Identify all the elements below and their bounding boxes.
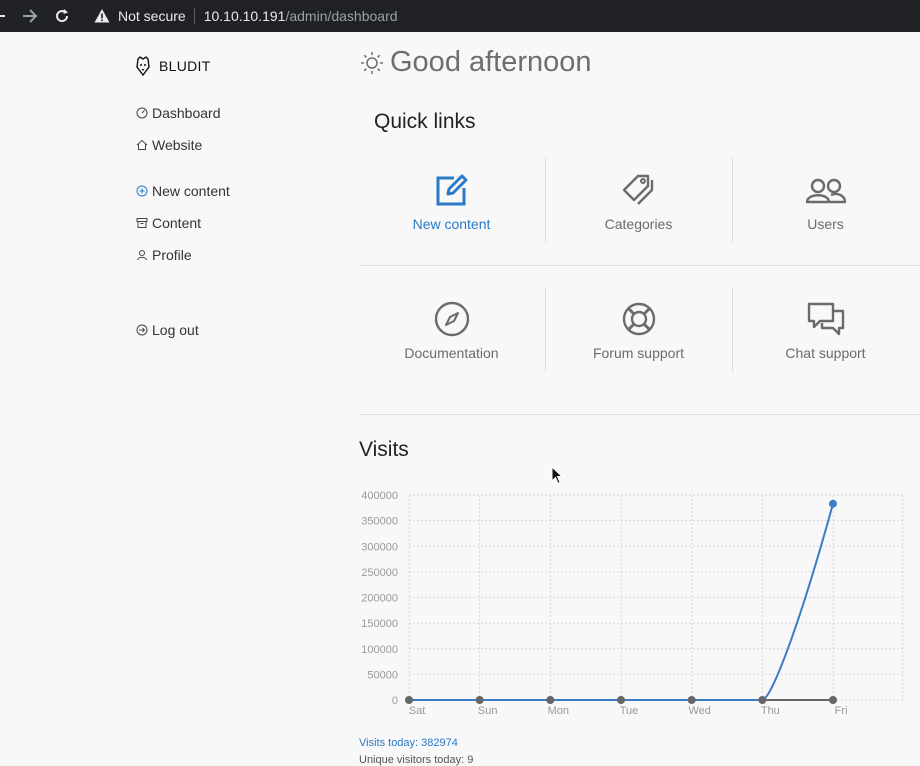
visits-chart: 400000 350000 300000 250000 200000 150000 1000… xyxy=(361,490,904,717)
sidebar-item-profile[interactable]: Profile xyxy=(136,247,192,263)
visits-heading: Visits xyxy=(359,438,409,461)
y-tick-label: 150000 xyxy=(361,618,398,630)
mouse-cursor-icon xyxy=(551,466,563,485)
compass-icon xyxy=(434,301,469,337)
x-tick-label: Tue xyxy=(620,705,639,717)
quick-link-label: New content xyxy=(412,216,491,232)
unique-visitors-today: Unique visitors today: 9 xyxy=(359,754,474,766)
data-point-unique-visitors xyxy=(687,696,696,704)
sidebar-item-website[interactable]: Website xyxy=(136,137,202,153)
address-divider xyxy=(193,8,195,24)
quick-link-label: Users xyxy=(807,216,844,232)
y-tick-label: 0 xyxy=(392,695,398,707)
sidebar-item-logout[interactable]: Log out xyxy=(136,322,199,338)
x-tick-label: Fri xyxy=(835,705,848,717)
edit-icon xyxy=(436,174,467,206)
x-tick-label: Sat xyxy=(409,705,426,717)
greeting-text: Good afternoon xyxy=(390,46,592,78)
quick-link-label: Chat support xyxy=(785,345,866,361)
sidebar-item-label: New content xyxy=(152,183,230,199)
data-point-unique-visitors xyxy=(475,696,484,704)
archive-icon xyxy=(136,218,148,228)
brand-name: BLUDIT xyxy=(159,58,211,74)
not-secure-label: Not secure xyxy=(118,8,186,24)
plus-circle-icon xyxy=(136,185,148,197)
x-tick-label: Thu xyxy=(761,705,780,717)
sidebar-item-label: Website xyxy=(152,137,203,153)
quick-link-documentation[interactable]: Documentation xyxy=(358,301,545,361)
visits-today: Visits today: 382974 xyxy=(359,737,458,749)
y-tick-label: 200000 xyxy=(361,593,398,605)
section-divider xyxy=(359,414,920,415)
page-title: Good afternoon xyxy=(360,46,592,79)
home-icon xyxy=(136,139,148,150)
y-tick-label: 400000 xyxy=(361,490,398,502)
y-tick-label: 250000 xyxy=(361,567,398,579)
chat-icon xyxy=(807,302,844,336)
user-icon xyxy=(137,250,147,261)
y-tick-label: 100000 xyxy=(361,644,398,656)
data-point-unique-visitors xyxy=(829,695,837,704)
browser-toolbar: Not secure 10.10.10.191/admin/dashboard xyxy=(0,0,920,32)
x-tick-label: Wed xyxy=(688,705,710,717)
bludit-logo-icon xyxy=(136,56,150,76)
quick-link-forum-support[interactable]: Forum support xyxy=(545,301,732,361)
sidebar-item-label: Dashboard xyxy=(152,105,221,121)
quick-link-label: Categories xyxy=(604,216,673,232)
y-tick-label: 350000 xyxy=(361,516,398,528)
url-host: 10.10.10.191 xyxy=(203,8,286,24)
address-bar[interactable]: Not secure 10.10.10.191/admin/dashboard xyxy=(86,0,398,32)
url-path: /admin/dashboard xyxy=(285,8,398,24)
brand[interactable]: BLUDIT xyxy=(136,56,211,76)
sidebar-item-new-content[interactable]: New content xyxy=(136,183,230,199)
data-point-visits xyxy=(829,499,837,508)
sun-icon xyxy=(361,51,383,74)
sidebar-item-label: Content xyxy=(152,215,202,231)
quick-link-categories[interactable]: Categories xyxy=(545,172,732,232)
x-tick-label: Sun xyxy=(478,705,498,717)
reload-icon[interactable] xyxy=(52,0,72,32)
sidebar-item-content[interactable]: Content xyxy=(136,215,201,231)
data-point-unique-visitors xyxy=(758,696,767,704)
tags-icon xyxy=(622,174,653,205)
quick-link-users[interactable]: Users xyxy=(732,172,919,232)
series-line-visits xyxy=(409,503,834,701)
users-icon xyxy=(805,178,846,204)
quick-link-chat-support[interactable]: Chat support xyxy=(732,301,919,361)
section-divider xyxy=(359,265,920,266)
quick-links-heading: Quick links xyxy=(374,110,476,133)
forward-icon[interactable] xyxy=(20,0,40,32)
lifebuoy-icon xyxy=(622,302,655,336)
warning-icon xyxy=(94,9,110,23)
sidebar-item-label: Profile xyxy=(152,247,192,263)
sidebar-item-label: Log out xyxy=(152,322,199,338)
data-point-unique-visitors xyxy=(617,696,625,704)
quick-link-label: Documentation xyxy=(404,345,499,361)
y-tick-label: 300000 xyxy=(361,541,398,553)
back-icon[interactable] xyxy=(0,0,8,32)
data-point-unique-visitors xyxy=(546,696,555,704)
quick-link-new-content[interactable]: New content xyxy=(358,172,545,232)
sidebar-item-dashboard[interactable]: Dashboard xyxy=(136,105,221,121)
dashboard-icon xyxy=(136,107,148,119)
data-point-unique-visitors xyxy=(405,696,413,704)
x-tick-label: Mon xyxy=(548,705,569,717)
logout-icon xyxy=(136,324,148,336)
y-tick-label: 50000 xyxy=(367,669,398,681)
quick-link-label: Forum support xyxy=(592,345,685,361)
